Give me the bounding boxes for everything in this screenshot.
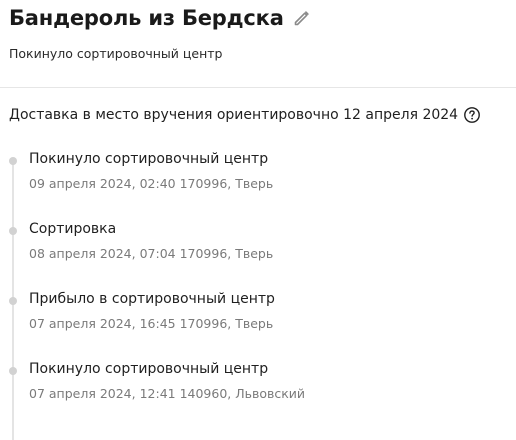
parcel-title: Бандероль из Бердска <box>9 6 284 30</box>
event-title: Прибыло в сортировочный центр <box>29 291 275 307</box>
delivery-estimate-row: Доставка в место вручения ориентировочно… <box>9 106 481 124</box>
event-meta: 07 апреля 2024, 12:41 140960, Львовский <box>29 386 306 401</box>
title-row: Бандероль из Бердска <box>9 6 312 30</box>
timeline-dot <box>9 367 17 375</box>
event-meta: 07 апреля 2024, 16:45 170996, Тверь <box>29 316 274 331</box>
tracking-timeline: Покинуло сортировочный центр 09 апреля 2… <box>0 140 516 440</box>
event-title: Покинуло сортировочный центр <box>29 151 269 167</box>
parcel-header: Бандероль из Бердска Покинуло сортировоч… <box>0 0 516 88</box>
timeline-event: Покинуло сортировочный центр 07 апреля 2… <box>0 350 516 410</box>
delivery-estimate: Доставка в место вручения ориентировочно… <box>9 107 459 123</box>
timeline-event: Сортировка 08 апреля 2024, 07:04 170996,… <box>0 210 516 270</box>
pencil-icon[interactable] <box>292 8 312 28</box>
event-meta: 09 апреля 2024, 02:40 170996, Тверь <box>29 176 274 191</box>
timeline-dot <box>9 227 17 235</box>
event-title: Покинуло сортировочный центр <box>29 361 269 377</box>
timeline-dot <box>9 297 17 305</box>
event-meta: 08 апреля 2024, 07:04 170996, Тверь <box>29 246 274 261</box>
timeline-event: Прибыло в сортировочный центр 07 апреля … <box>0 280 516 340</box>
event-title: Сортировка <box>29 221 117 237</box>
question-circle-icon[interactable] <box>463 106 481 124</box>
timeline-event: Покинуло сортировочный центр 09 апреля 2… <box>0 140 516 200</box>
parcel-status: Покинуло сортировочный центр <box>9 46 223 61</box>
timeline-dot <box>9 157 17 165</box>
